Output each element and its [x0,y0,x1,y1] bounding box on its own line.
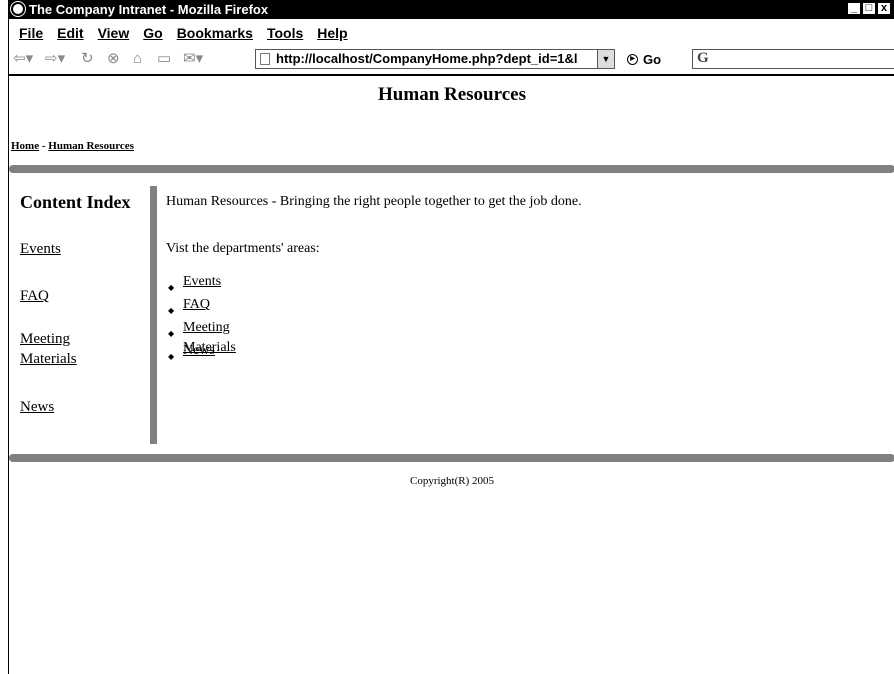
search-input[interactable]: G [692,49,894,69]
sidebar-link-events[interactable]: Events [20,239,61,259]
list-item: ◆ Meeting Materials [166,318,236,355]
firefox-icon [10,1,26,17]
footer-divider [9,454,894,462]
menu-view[interactable]: View [98,25,130,41]
go-button[interactable]: ▶ Go [627,52,661,67]
visit-text: Vist the departments' areas: [166,241,320,256]
close-button[interactable]: x [877,2,891,15]
content-link-events[interactable]: Events [183,274,221,289]
menu-file[interactable]: File [19,25,43,41]
navigation-toolbar: ⇦▾ ⇨▾ ↻ ⊗ ⌂ ▭ ✉▾ http://localhost/Compan… [9,44,894,76]
bullet-icon: ◆ [168,352,175,361]
minimize-button[interactable]: _ [847,2,861,15]
mail-icon[interactable]: ✉▾ [183,51,203,66]
window-title: The Company Intranet - Mozilla Firefox [29,2,269,17]
breadcrumb-current-link[interactable]: Human Resources [48,140,134,152]
address-text[interactable]: http://localhost/CompanyHome.php?dept_id… [276,51,578,66]
go-label: Go [643,52,662,67]
page-icon [260,53,270,65]
stop-icon[interactable]: ⊗ [107,51,120,66]
page-title: Human Resources [378,84,526,105]
page-viewport: Human Resources Home - Human Resources C… [9,76,894,674]
list-item: ◆ FAQ [166,295,236,318]
menu-help[interactable]: Help [317,25,347,41]
list-item: ◆ Events [166,272,236,295]
menu-bookmarks[interactable]: Bookmarks [177,25,253,41]
sidebar-link-meeting-materials[interactable]: Meeting Materials [20,329,100,369]
google-search-icon: G [697,50,709,66]
content-index-sidebar: Content Index Events FAQ Meeting Materia… [20,192,150,415]
breadcrumb-separator: - [39,140,49,152]
go-arrow-icon: ▶ [627,54,638,65]
address-bar[interactable]: http://localhost/CompanyHome.php?dept_id… [255,49,615,69]
header-divider [9,165,894,173]
back-icon[interactable]: ⇦▾ [13,51,33,66]
menu-edit[interactable]: Edit [57,25,83,41]
browser-window: The Company Intranet - Mozilla Firefox _… [8,0,894,674]
title-bar: The Company Intranet - Mozilla Firefox _… [9,0,894,19]
home-icon[interactable]: ⌂ [133,51,142,66]
menu-go[interactable]: Go [143,25,162,41]
sidebar-heading: Content Index [20,192,131,212]
breadcrumb-home-link[interactable]: Home [11,140,39,152]
list-item: ◆ News [166,341,236,364]
reload-icon[interactable]: ↻ [81,51,94,66]
sidebar-link-faq[interactable]: FAQ [20,286,49,306]
content-link-faq[interactable]: FAQ [183,297,210,312]
print-icon[interactable]: ▭ [157,51,171,66]
address-dropdown-icon[interactable]: ▼ [597,50,614,68]
sidebar-link-news[interactable]: News [20,397,54,417]
department-links: ◆ Events ◆ FAQ ◆ Meeting Materials ◆ News [166,272,236,364]
sidebar-divider [150,186,157,444]
intro-text: Human Resources - Bringing the right peo… [166,194,582,209]
forward-icon[interactable]: ⇨▾ [45,51,65,66]
breadcrumb: Home - Human Resources [11,140,134,152]
content-link-news[interactable]: News [183,343,215,358]
maximize-button[interactable]: □ [862,2,876,15]
menu-tools[interactable]: Tools [267,25,303,41]
copyright-text: Copyright(R) 2005 [409,475,495,487]
menu-bar: File Edit View Go Bookmarks Tools Help [9,20,894,45]
